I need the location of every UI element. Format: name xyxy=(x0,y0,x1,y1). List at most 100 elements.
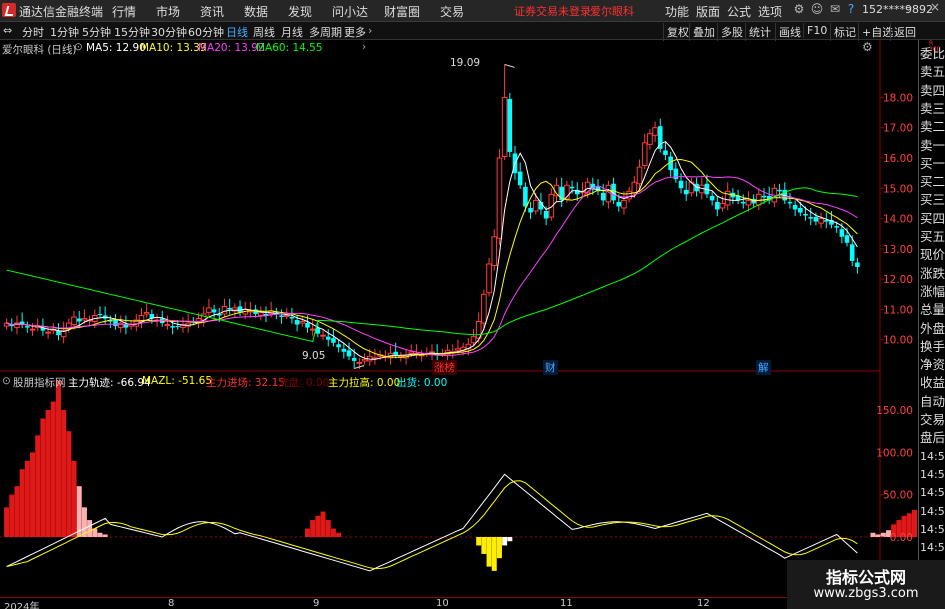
btn-fanhui[interactable]: 返回 xyxy=(890,23,919,41)
menu-item-shuju[interactable]: 数据 xyxy=(244,3,268,20)
btn-duogu[interactable]: 多股 xyxy=(717,23,746,41)
sub-chart-toggle-icon[interactable]: ⊙ xyxy=(2,375,11,387)
menu-item-zixun[interactable]: 资讯 xyxy=(200,3,224,20)
sidebar-item[interactable]: 14:56 xyxy=(920,540,945,555)
menu-item-faxian[interactable]: 发现 xyxy=(288,3,312,20)
candle-body xyxy=(777,189,782,192)
sidebar-item[interactable]: 买四 xyxy=(920,211,945,226)
mazl-label: MAZL: -51.65 xyxy=(142,375,213,387)
menu-item-banmian[interactable]: 版面 xyxy=(696,3,720,20)
menu-item-jiaoyi[interactable]: 交易 xyxy=(440,3,464,20)
help-icon[interactable]: ? xyxy=(842,2,860,18)
y-tick-label: 10.00 xyxy=(883,335,913,347)
candle-body xyxy=(455,348,461,351)
chevron-right-icon[interactable]: › xyxy=(362,41,366,53)
expand-icon[interactable]: ⇔ xyxy=(3,24,12,37)
settings-gear-icon[interactable]: ⚙ xyxy=(790,2,808,18)
indicator-bar xyxy=(336,532,342,537)
candle-body xyxy=(486,263,492,294)
sidebar-item[interactable]: 涨跌 xyxy=(920,266,945,281)
period-30min[interactable]: 30分钟 xyxy=(151,24,187,40)
sidebar-item[interactable]: 收益 xyxy=(920,375,945,390)
marker-zhangbang[interactable]: 涨榜 xyxy=(432,360,457,375)
candle-body xyxy=(709,195,715,201)
close-icon[interactable]: × xyxy=(926,0,944,16)
sidebar-item[interactable]: 卖二 xyxy=(920,119,945,134)
candle-body xyxy=(283,314,290,317)
chart-settings-gear-icon[interactable]: ⚙ xyxy=(862,40,873,54)
sidebar-item[interactable]: 卖四 xyxy=(920,83,945,98)
period-monthly[interactable]: 月线 xyxy=(281,24,303,40)
menu-item-gongneng[interactable]: 功能 xyxy=(665,3,689,20)
sidebar-item[interactable]: 买五 xyxy=(920,229,945,244)
menu-item-xuanxiang[interactable]: 选项 xyxy=(758,3,782,20)
btn-biaoji[interactable]: 标记 xyxy=(830,23,859,41)
account-number[interactable]: 152****9892 xyxy=(862,3,933,16)
sidebar-item[interactable]: 卖一 xyxy=(920,138,945,153)
sidebar-item[interactable]: 卖三 xyxy=(920,101,945,116)
zhuli-jinchang-label: 主力进场: 32.15 xyxy=(206,377,285,389)
chevron-right-icon[interactable]: › xyxy=(368,24,372,37)
period-1min[interactable]: 1分钟 xyxy=(50,24,79,40)
menu-item-gongshi[interactable]: 公式 xyxy=(727,3,751,20)
sidebar-item[interactable]: 14:56 xyxy=(920,485,945,500)
legend-toggle-icon[interactable]: ⊙ xyxy=(74,41,83,53)
indicator-bar xyxy=(71,460,77,537)
period-multi[interactable]: 多周期 xyxy=(309,24,342,40)
sidebar-item[interactable]: 卖五 xyxy=(920,64,945,79)
sidebar-item[interactable]: 自动 xyxy=(920,394,945,409)
sidebar-item[interactable]: 买一 xyxy=(920,156,945,171)
sidebar-item[interactable]: 涨幅 xyxy=(920,284,945,299)
btn-fuquan[interactable]: 复权 xyxy=(663,23,692,41)
sidebar-item[interactable]: 换手 xyxy=(920,339,945,354)
candle-body xyxy=(507,98,513,152)
period-daily[interactable]: 日线 xyxy=(226,24,248,40)
chuhuo-label: 出货: 0.00 xyxy=(396,377,448,389)
x-tick-label: 10 xyxy=(436,598,449,609)
sidebar-item[interactable]: 14:56 xyxy=(920,504,945,519)
marker-jie[interactable]: 解 xyxy=(756,360,771,375)
indicator-bar xyxy=(507,537,513,542)
indicator-bar xyxy=(880,532,886,537)
y-tick-label: 14.00 xyxy=(883,214,913,226)
sidebar-item[interactable]: 买二 xyxy=(920,174,945,189)
period-15min[interactable]: 15分钟 xyxy=(114,24,150,40)
sidebar-item[interactable]: 盘后 xyxy=(920,430,945,445)
candle-body xyxy=(206,307,212,313)
btn-f10[interactable]: F10 xyxy=(803,23,830,38)
sidebar-item[interactable]: 委比 xyxy=(920,46,945,61)
candle-body xyxy=(641,142,648,167)
candlestick-series xyxy=(3,64,860,370)
candle-body xyxy=(621,199,627,209)
sidebar-item[interactable]: 外盘 xyxy=(920,321,945,336)
indicator-bar xyxy=(310,520,316,537)
sidebar-item[interactable]: 14:56 xyxy=(920,522,945,537)
sidebar-item[interactable]: 现价 xyxy=(920,247,945,262)
menu-item-wenxiaoda[interactable]: 问小达 xyxy=(332,3,368,20)
price-axis: 18.00 17.00 16.00 15.00 14.00 13.00 12.00 11.00… xyxy=(876,92,913,544)
btn-diejia[interactable]: 叠加 xyxy=(689,23,718,41)
watermark-url: www.zbgs3.com xyxy=(813,586,919,601)
period-60min[interactable]: 60分钟 xyxy=(188,24,224,40)
sidebar-item[interactable]: 14:56 xyxy=(920,467,945,482)
user-icon[interactable]: ☺ xyxy=(808,2,826,18)
period-5min[interactable]: 5分钟 xyxy=(82,24,111,40)
period-weekly[interactable]: 周线 xyxy=(253,24,275,40)
marker-cai[interactable]: 财 xyxy=(543,360,558,375)
kline-chart[interactable]: 18.00 17.00 16.00 15.00 14.00 13.00 12.00 11.00… xyxy=(0,40,918,597)
indicator-bar xyxy=(45,410,51,537)
sidebar-item[interactable]: 买三 xyxy=(920,192,945,207)
sidebar-item[interactable]: 净资 xyxy=(920,357,945,372)
btn-tongji[interactable]: 统计 xyxy=(745,23,774,41)
sidebar-item[interactable]: 14:56 xyxy=(920,449,945,464)
btn-huaxian[interactable]: 画线 xyxy=(775,23,804,41)
period-fenshi[interactable]: 分时 xyxy=(22,24,44,40)
period-more[interactable]: 更多 xyxy=(344,24,366,40)
menu-item-caifuquan[interactable]: 财富圈 xyxy=(384,3,420,20)
sidebar-item[interactable]: 总量 xyxy=(920,302,945,317)
minimize-icon[interactable]: – xyxy=(900,0,918,16)
menu-item-shichang[interactable]: 市场 xyxy=(156,3,180,20)
menu-item-hangqing[interactable]: 行情 xyxy=(112,3,136,20)
login-status[interactable]: 证券交易未登录 xyxy=(514,3,591,19)
sidebar-item[interactable]: 交易 xyxy=(920,412,945,427)
